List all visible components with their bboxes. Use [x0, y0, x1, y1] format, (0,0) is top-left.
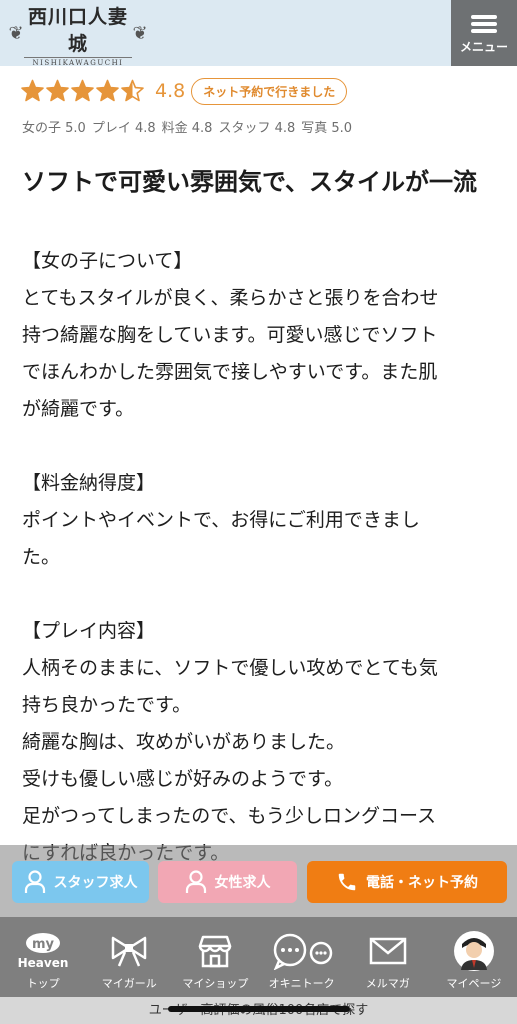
- logo-ornament-right: ❦: [132, 23, 148, 44]
- sub-score-staff: スタッフ 4.8: [218, 121, 296, 136]
- logo-subtitle: NISHIKAWAGUCHI: [24, 56, 132, 67]
- female-recruit-label: 女性求人: [214, 875, 271, 891]
- my-heaven-logo-bottom: Heaven: [18, 956, 69, 970]
- sub-score-price: 料金 4.8: [161, 121, 213, 136]
- tab-label-okini-talk: オキニトーク: [268, 977, 335, 990]
- tab-mail-magazine[interactable]: メルマガ: [345, 917, 431, 997]
- star-icon: [96, 79, 119, 102]
- review-body-line: 【料金納得度】: [22, 472, 156, 494]
- menu-label: メニュー: [459, 39, 508, 54]
- logo-ornament-left: ❦: [8, 23, 24, 44]
- my-heaven-icon: my Heaven: [15, 927, 71, 975]
- mail-icon: [369, 927, 407, 975]
- sub-score-photo: 写真 5.0: [301, 121, 353, 136]
- tab-label-mail-magazine: メルマガ: [365, 977, 410, 990]
- staff-recruit-label: スタッフ求人: [53, 875, 138, 891]
- star-icon: [71, 79, 94, 102]
- tab-my-girl[interactable]: マイガール: [86, 917, 172, 997]
- tab-label-my-shop: マイショップ: [182, 977, 249, 990]
- my-heaven-logo-top: my: [32, 937, 55, 952]
- review-body-line: 綺麗な胸は、攻めがいがありました。: [22, 731, 346, 753]
- chat-icon: [270, 927, 334, 975]
- ribbon-icon: [109, 927, 149, 975]
- cta-bar: スタッフ求人 女性求人 電話・ネット予約: [0, 845, 517, 917]
- review-body-line: 持ち良かったです。: [22, 694, 192, 716]
- tab-my-shop[interactable]: マイショップ: [172, 917, 258, 997]
- review-body-line: ポイントやイベントで、お得にご利用できまし: [22, 509, 420, 531]
- sub-score-girl: 女の子 5.0: [22, 121, 86, 136]
- person-icon: [185, 870, 206, 893]
- menu-button[interactable]: メニュー: [451, 0, 517, 66]
- review-body-line: 受けも優しい感じが好みのようです。: [22, 768, 344, 790]
- tab-label-my-girl: マイガール: [101, 977, 157, 990]
- hamburger-icon: [471, 12, 497, 36]
- staff-recruit-button[interactable]: スタッフ求人: [12, 861, 149, 903]
- star-icon: [121, 79, 144, 102]
- tel-net-reserve-label: 電話・ネット予約: [366, 875, 478, 891]
- review-body: 【女の子について】とてもスタイルが良く、柔らかさと張りを合わせ 持つ綺麗な胸をして…: [22, 243, 502, 909]
- review-body-line: 足がつってしまったので、もう少しロングコース: [22, 805, 437, 827]
- tab-top[interactable]: my Heaven トップ: [0, 917, 86, 997]
- review-body-line: とてもスタイルが良く、柔らかさと張りを合わせ: [22, 287, 439, 309]
- rating-score: 4.8: [155, 80, 186, 102]
- tab-label-top: トップ: [26, 977, 60, 990]
- logo-title: 西川口人妻城: [27, 5, 128, 55]
- bottom-tab-bar: my Heaven トップ マイガール マイショップ オキニトーク メルマガ マ…: [0, 917, 517, 997]
- female-recruit-button[interactable]: 女性求人: [158, 861, 297, 903]
- visit-method-badge: ネット予約で行きました: [191, 77, 348, 105]
- tab-okini-talk[interactable]: オキニトーク: [259, 917, 345, 997]
- review-body-line: [22, 428, 502, 465]
- tel-net-reserve-button[interactable]: 電話・ネット予約: [307, 861, 507, 903]
- review-body-line: が綺麗です。: [22, 398, 135, 420]
- shop-icon: [197, 927, 233, 975]
- review-body-line: 【プレイ内容】: [22, 620, 156, 642]
- review-body-line: [22, 576, 502, 613]
- review-body-line: 持つ綺麗な胸をしています。可愛い感じでソフト: [22, 324, 438, 346]
- review-body-line: でほんわかした雰囲気で接しやすいです。また肌: [22, 361, 438, 383]
- tab-label-my-page: マイページ: [446, 977, 502, 990]
- review-body-line: 人柄そのままに、ソフトで優しい攻めでとても気: [22, 657, 438, 679]
- home-indicator[interactable]: [168, 1006, 350, 1012]
- avatar-icon: [453, 927, 495, 975]
- tab-my-page[interactable]: マイページ: [431, 917, 517, 997]
- review-title: ソフトで可愛い雰囲気で、スタイルが一流: [22, 168, 478, 196]
- sub-scores: 女の子 5.0 プレイ 4.8 料金 4.8 スタッフ 4.8 写真 5.0: [22, 117, 352, 136]
- site-logo[interactable]: ❦ 西川口人妻城 NISHIKAWAGUCHI ❦: [8, 6, 148, 67]
- site-header: ❦ 西川口人妻城 NISHIKAWAGUCHI ❦ メニュー: [0, 0, 517, 67]
- rating-row: 4.8 ネット予約で行きました: [20, 74, 348, 108]
- person-icon: [24, 870, 45, 893]
- star-rating: [20, 79, 145, 103]
- star-icon: [21, 79, 44, 102]
- sub-score-play: プレイ 4.8: [91, 121, 156, 136]
- phone-icon: [338, 873, 356, 891]
- star-icon: [46, 79, 69, 102]
- review-body-line: 【女の子について】: [22, 250, 193, 272]
- review-body-line: た。: [22, 546, 61, 568]
